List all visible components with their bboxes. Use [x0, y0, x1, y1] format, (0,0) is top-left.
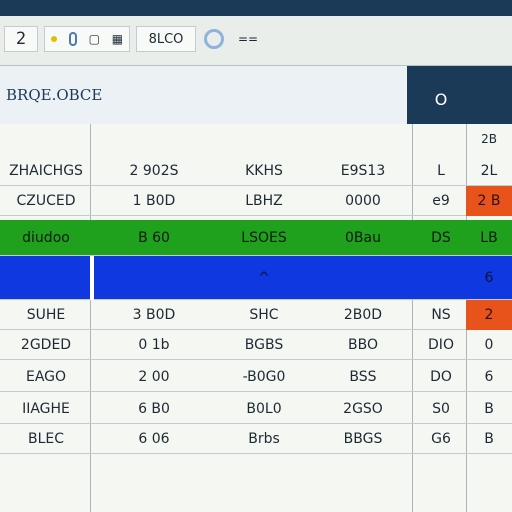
table-row[interactable]: BLEC 6 06 Brbs BBGS G6 B — [0, 424, 512, 454]
selected-row[interactable]: diudoo B 60 LSOES 0Bau DS LB — [0, 220, 512, 256]
table-cell[interactable]: G6 — [414, 424, 468, 454]
table-cell[interactable]: 0 1b — [94, 330, 214, 360]
table-cell[interactable]: BLEC — [4, 424, 88, 454]
table-cell[interactable]: ^ — [216, 256, 312, 300]
highlighted-cell[interactable]: 2 — [466, 300, 512, 330]
table-cell[interactable]: -B0G0 — [216, 362, 312, 392]
table-cell[interactable]: LSOES — [216, 220, 312, 256]
toolbar: 2 ▢ ▦ 8LCO == — [0, 16, 512, 66]
table-cell[interactable]: SUHE — [4, 300, 88, 330]
table-cell[interactable]: B0L0 — [216, 394, 312, 424]
table-cell[interactable]: diudoo — [4, 220, 88, 256]
table-cell[interactable]: e9 — [414, 186, 468, 216]
table-cell[interactable]: Brbs — [216, 424, 312, 454]
square-icon[interactable]: ▢ — [89, 32, 100, 46]
table-cell[interactable]: 2GSO — [316, 394, 410, 424]
toolbar-icon-group: ▢ ▦ — [44, 26, 130, 52]
circle-icon[interactable] — [200, 26, 228, 52]
grid-icon[interactable]: ▦ — [112, 32, 123, 46]
table-cell[interactable]: 6 — [466, 256, 512, 300]
table-cell[interactable]: KKHS — [216, 156, 312, 186]
table-cell[interactable]: 2B0D — [316, 300, 410, 330]
table-cell[interactable]: 2GDED — [4, 330, 88, 360]
table-cell[interactable]: BGBS — [216, 330, 312, 360]
table-cell[interactable]: IIAGHE — [4, 394, 88, 424]
table-cell[interactable]: 0 — [466, 330, 512, 360]
cell-number-box[interactable]: 2 — [4, 26, 38, 52]
table-cell[interactable]: 6 B0 — [94, 394, 214, 424]
active-row[interactable]: ^ 6 — [0, 256, 512, 300]
table-cell[interactable]: 1 B0D — [94, 186, 214, 216]
row-separator — [90, 256, 94, 300]
table-cell[interactable]: BBGS — [316, 424, 410, 454]
table-cell[interactable]: BSS — [316, 362, 410, 392]
table-cell[interactable]: 2L — [466, 156, 512, 186]
table-cell[interactable]: 2 902S — [94, 156, 214, 186]
table-cell[interactable]: L — [414, 156, 468, 186]
equals-icon[interactable]: == — [234, 26, 262, 52]
table-row[interactable]: CZUCED 1 B0D LBHZ 0000 e9 2 B — [0, 186, 512, 216]
header-title: BRQE.OBCE — [0, 66, 410, 124]
table-cell[interactable]: 2 00 — [94, 362, 214, 392]
sheet-header: BRQE.OBCE O — [0, 66, 512, 124]
table-cell[interactable]: ZHAICHGS — [4, 156, 88, 186]
table-row[interactable]: 2GDED 0 1b BGBS BBO DIO 0 — [0, 330, 512, 360]
table-cell[interactable]: EAGO — [4, 362, 88, 392]
table-cell[interactable]: S0 — [414, 394, 468, 424]
table-cell[interactable]: DIO — [414, 330, 468, 360]
table-cell[interactable]: DO — [414, 362, 468, 392]
table-row[interactable]: IIAGHE 6 B0 B0L0 2GSO S0 B — [0, 394, 512, 424]
table-row[interactable]: SUHE 3 B0D SHC 2B0D NS 2 — [0, 300, 512, 330]
title-bar — [0, 0, 512, 16]
table-cell[interactable]: 0000 — [316, 186, 410, 216]
table-cell[interactable]: LBHZ — [216, 186, 312, 216]
table-cell[interactable]: LB — [466, 220, 512, 256]
yellow-dot-icon[interactable] — [50, 36, 57, 42]
table-cell[interactable]: B 60 — [94, 220, 214, 256]
table-cell[interactable]: NS — [414, 300, 468, 330]
table-cell[interactable]: 6 06 — [94, 424, 214, 454]
table-cell[interactable]: B — [466, 424, 512, 454]
reference-field[interactable]: 8LCO — [136, 26, 196, 52]
highlighted-cell[interactable]: 2 B — [466, 186, 512, 216]
header-circle-button[interactable]: O — [430, 88, 452, 110]
table-cell[interactable]: DS — [414, 220, 468, 256]
data-grid: 2B ZHAICHGS 2 902S KKHS E9S13 L 2L CZUCE… — [0, 124, 512, 512]
toggle-icon[interactable] — [68, 32, 77, 46]
table-row[interactable]: EAGO 2 00 -B0G0 BSS DO 6 — [0, 362, 512, 392]
table-row[interactable]: ZHAICHGS 2 902S KKHS E9S13 L 2L — [0, 156, 512, 186]
table-cell[interactable]: 3 B0D — [94, 300, 214, 330]
table-cell[interactable]: BBO — [316, 330, 410, 360]
table-cell[interactable]: B — [466, 394, 512, 424]
table-cell[interactable]: 0Bau — [316, 220, 410, 256]
table-cell[interactable]: E9S13 — [316, 156, 410, 186]
table-cell[interactable]: 6 — [466, 362, 512, 392]
table-cell[interactable]: SHC — [216, 300, 312, 330]
table-cell[interactable]: CZUCED — [4, 186, 88, 216]
column-header[interactable]: 2B — [466, 124, 512, 154]
